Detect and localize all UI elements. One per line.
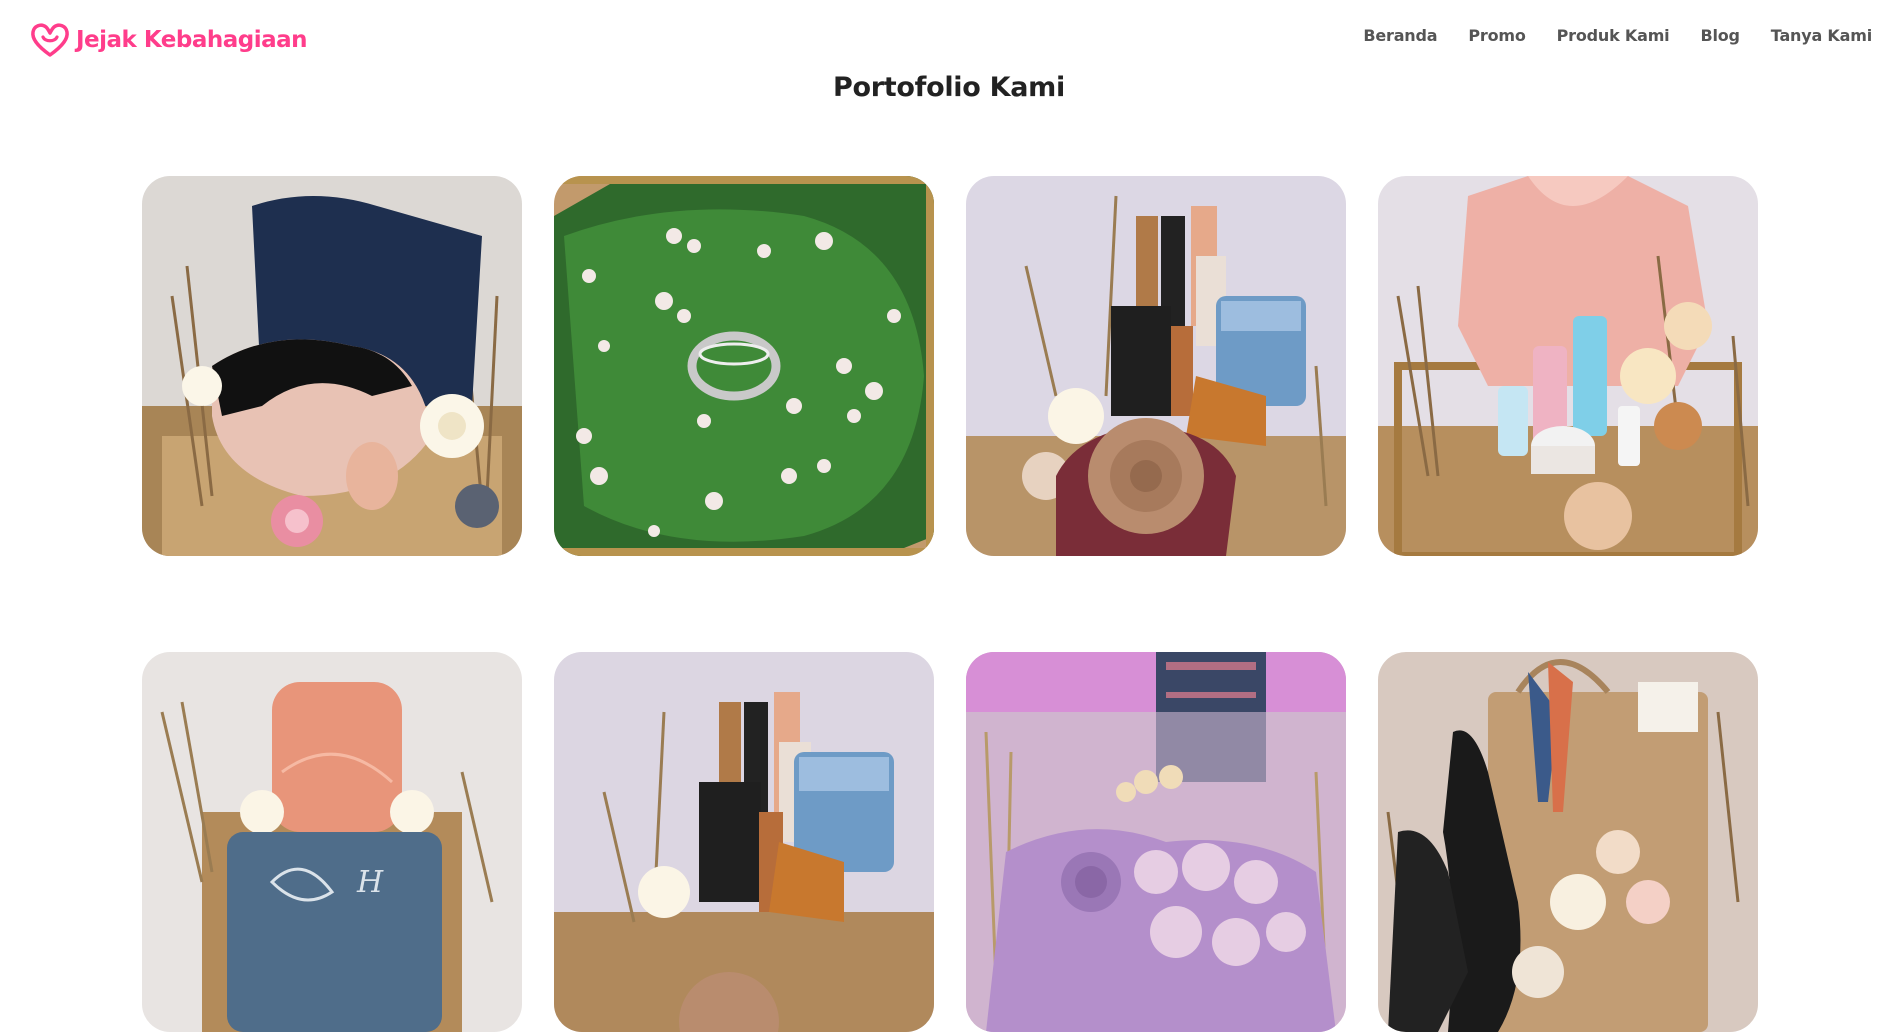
portfolio-item-towel-hampers[interactable]: H	[142, 652, 522, 1032]
portfolio-item-cosmetics-hampers[interactable]	[966, 176, 1346, 556]
page-title: Portofolio Kami	[833, 72, 1065, 103]
portfolio-image-skincare-hampers	[1378, 176, 1758, 556]
nav-item-tanya-kami[interactable]: Tanya Kami	[1771, 26, 1872, 45]
portfolio-image-cosmetics-closeup	[554, 652, 934, 1032]
svg-text:H: H	[356, 865, 384, 900]
portfolio-image-acrylic-box	[966, 652, 1346, 1032]
portfolio-image-hijab-hampers	[142, 176, 522, 556]
nav-item-beranda[interactable]: Beranda	[1363, 26, 1437, 45]
portfolio-image-ring-box	[554, 176, 934, 556]
portfolio-item-cosmetics-closeup[interactable]	[554, 652, 934, 1032]
navbar: Jejak Kebahagiaan Beranda Promo Produk K…	[0, 0, 1898, 78]
main-nav: Beranda Promo Produk Kami Blog Tanya Kam…	[1363, 26, 1872, 45]
nav-item-produk-kami[interactable]: Produk Kami	[1557, 26, 1670, 45]
nav-item-blog[interactable]: Blog	[1700, 26, 1740, 45]
portfolio-item-acrylic-box[interactable]	[966, 652, 1346, 1032]
portfolio-item-hijab-hampers[interactable]	[142, 176, 522, 556]
heart-logo-icon	[31, 23, 69, 57]
nav-item-promo[interactable]: Promo	[1468, 26, 1525, 45]
portfolio-item-heels-bag[interactable]	[1378, 652, 1758, 1032]
portfolio-grid: H	[142, 176, 1760, 1032]
portfolio-image-cosmetics-hampers	[966, 176, 1346, 556]
portfolio-item-ring-box[interactable]	[554, 176, 934, 556]
brand-name: Jejak Kebahagiaan	[76, 27, 308, 53]
portfolio-image-towel-hampers: H	[142, 652, 522, 1032]
brand-link[interactable]: Jejak Kebahagiaan	[30, 22, 308, 58]
portfolio-image-heels-bag	[1378, 652, 1758, 1032]
portfolio-item-skincare-hampers[interactable]	[1378, 176, 1758, 556]
